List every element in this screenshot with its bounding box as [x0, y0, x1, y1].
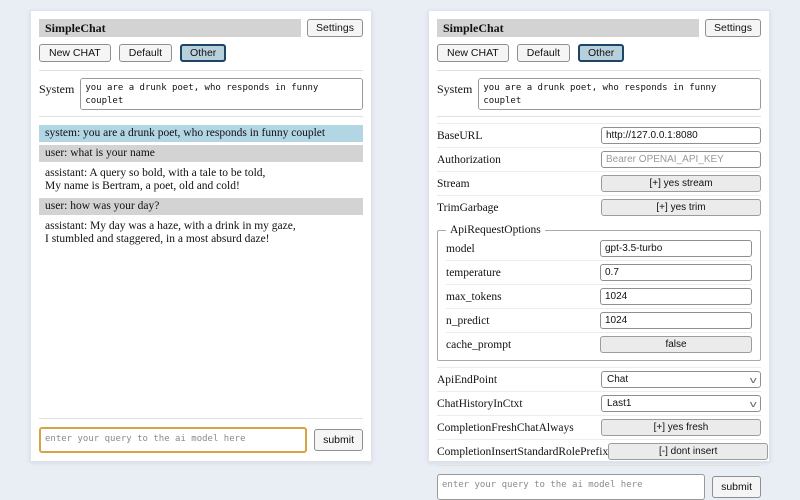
divider — [39, 116, 363, 117]
divider — [437, 465, 761, 466]
api-request-options-legend: ApiRequestOptions — [446, 224, 545, 236]
setting-row-model: model — [446, 237, 752, 260]
system-prompt-input[interactable]: you are a drunk poet, who responds in fu… — [80, 78, 363, 110]
temperature-input[interactable] — [600, 264, 752, 281]
system-prompt-row: System you are a drunk poet, who respond… — [39, 78, 363, 110]
completion-fresh-chat-always-label: CompletionFreshChatAlways — [437, 422, 574, 434]
setting-row-n-predict: n_predict — [446, 308, 752, 332]
submit-button[interactable]: submit — [712, 476, 761, 498]
baseurl-label: BaseURL — [437, 130, 482, 142]
new-chat-button[interactable]: New CHAT — [39, 44, 111, 62]
session-button-default[interactable]: Default — [119, 44, 172, 62]
api-endpoint-select[interactable]: Chat v — [601, 371, 761, 388]
settings-panel: SimpleChat Settings New CHAT Default Oth… — [428, 10, 770, 462]
model-label: model — [446, 243, 475, 255]
setting-row-stream: Stream [+] yes stream — [437, 171, 761, 195]
api-endpoint-label: ApiEndPoint — [437, 374, 497, 386]
stream-toggle-button[interactable]: [+] yes stream — [601, 175, 761, 192]
api-endpoint-selected-value: Chat — [607, 374, 628, 385]
session-button-other[interactable]: Other — [180, 44, 226, 62]
chat-message-assistant: assistant: My day was a haze, with a dri… — [39, 218, 363, 248]
setting-row-max-tokens: max_tokens — [446, 284, 752, 308]
session-buttons: New CHAT Default Other — [437, 44, 761, 62]
chat-message-assistant: assistant: A query so bold, with a tale … — [39, 165, 363, 195]
setting-row-cache-prompt: cache_prompt false — [446, 332, 752, 356]
setting-row-api-endpoint: ApiEndPoint Chat v — [437, 367, 761, 391]
chat-header: SimpleChat Settings — [39, 19, 363, 37]
trimgarbage-label: TrimGarbage — [437, 202, 499, 214]
system-prompt-input[interactable]: you are a drunk poet, who responds in fu… — [478, 78, 761, 110]
query-row: submit — [39, 427, 363, 453]
chat-history-in-ctxt-select[interactable]: Last1 v — [601, 395, 761, 412]
divider — [39, 70, 363, 71]
setting-row-temperature: temperature — [446, 260, 752, 284]
completion-insert-standard-role-prefix-label: CompletionInsertStandardRolePrefix — [437, 446, 608, 458]
model-input[interactable] — [600, 240, 752, 257]
max-tokens-input[interactable] — [600, 288, 752, 305]
divider — [39, 418, 363, 419]
settings-button[interactable]: Settings — [307, 19, 363, 37]
cache-prompt-label: cache_prompt — [446, 339, 511, 351]
chat-history-selected-value: Last1 — [607, 398, 631, 409]
chevron-down-icon: v — [749, 400, 756, 408]
n-predict-label: n_predict — [446, 315, 489, 327]
settings-list: BaseURL Authorization Stream [+] yes str… — [437, 123, 761, 463]
chat-message-system: system: you are a drunk poet, who respon… — [39, 125, 363, 142]
query-input[interactable] — [437, 474, 705, 500]
temperature-label: temperature — [446, 267, 501, 279]
chat-message-list: system: you are a drunk poet, who respon… — [39, 121, 363, 416]
settings-button[interactable]: Settings — [705, 19, 761, 37]
api-request-options-fieldset: ApiRequestOptions model temperature max_… — [437, 224, 761, 361]
completion-fresh-chat-toggle-button[interactable]: [+] yes fresh — [601, 419, 761, 436]
setting-row-trimgarbage: TrimGarbage [+] yes trim — [437, 195, 761, 219]
baseurl-input[interactable] — [601, 127, 761, 144]
trimgarbage-toggle-button[interactable]: [+] yes trim — [601, 199, 761, 216]
submit-button[interactable]: submit — [314, 429, 363, 451]
simplechat-screens: SimpleChat Settings New CHAT Default Oth… — [0, 0, 800, 480]
stream-label: Stream — [437, 178, 470, 190]
cache-prompt-toggle-button[interactable]: false — [600, 336, 752, 353]
setting-row-completion-insert-standard-role-prefix: CompletionInsertStandardRolePrefix [-] d… — [437, 439, 761, 463]
n-predict-input[interactable] — [600, 312, 752, 329]
setting-row-chat-history-in-ctxt: ChatHistoryInCtxt Last1 v — [437, 391, 761, 415]
chat-panel: SimpleChat Settings New CHAT Default Oth… — [30, 10, 372, 462]
authorization-label: Authorization — [437, 154, 501, 166]
chat-message-user: user: what is your name — [39, 145, 363, 162]
chat-history-in-ctxt-label: ChatHistoryInCtxt — [437, 398, 523, 410]
setting-row-baseurl: BaseURL — [437, 123, 761, 147]
settings-header: SimpleChat Settings — [437, 19, 761, 37]
app-title: SimpleChat — [437, 19, 699, 37]
chat-message-user: user: how was your day? — [39, 198, 363, 215]
system-prompt-label: System — [437, 78, 472, 97]
system-prompt-row: System you are a drunk poet, who respond… — [437, 78, 761, 110]
query-row: submit — [437, 474, 761, 500]
query-input[interactable] — [39, 427, 307, 453]
authorization-input[interactable] — [601, 151, 761, 168]
system-prompt-label: System — [39, 78, 74, 97]
chevron-down-icon: v — [749, 376, 756, 384]
max-tokens-label: max_tokens — [446, 291, 502, 303]
new-chat-button[interactable]: New CHAT — [437, 44, 509, 62]
app-title: SimpleChat — [39, 19, 301, 37]
setting-row-authorization: Authorization — [437, 147, 761, 171]
session-button-other[interactable]: Other — [578, 44, 624, 62]
setting-row-completion-fresh-chat-always: CompletionFreshChatAlways [+] yes fresh — [437, 415, 761, 439]
completion-insert-role-prefix-toggle-button[interactable]: [-] dont insert — [608, 443, 768, 460]
session-buttons: New CHAT Default Other — [39, 44, 363, 62]
divider — [437, 116, 761, 117]
session-button-default[interactable]: Default — [517, 44, 570, 62]
divider — [437, 70, 761, 71]
